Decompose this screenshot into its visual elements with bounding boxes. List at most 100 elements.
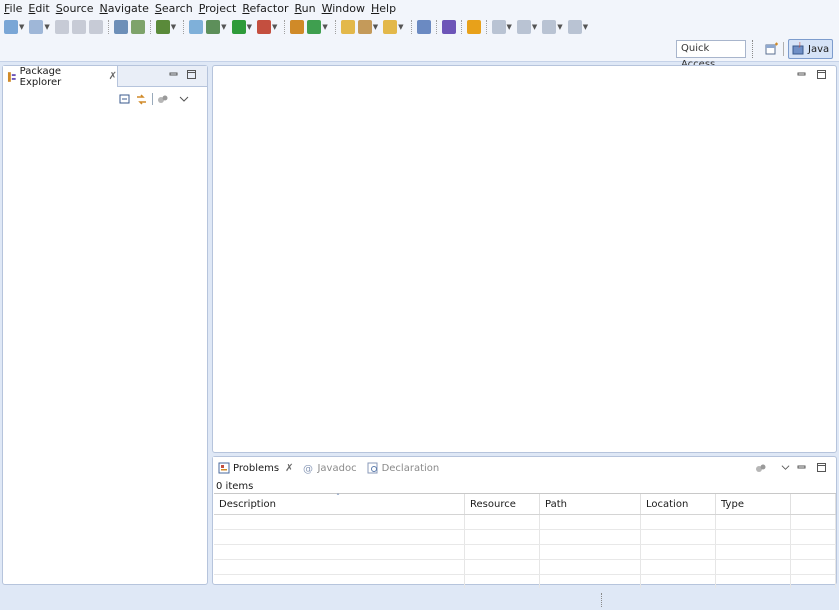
build-all-icon[interactable]: [130, 20, 145, 34]
forward-icon[interactable]: [567, 20, 582, 34]
back-icon[interactable]: [542, 20, 557, 34]
toggle-icon[interactable]: [441, 20, 456, 34]
maximize-icon[interactable]: [187, 70, 196, 79]
column-header-location[interactable]: Location: [641, 494, 716, 514]
table-row[interactable]: [214, 560, 836, 575]
new-java-class-icon[interactable]: [307, 20, 322, 34]
table-row[interactable]: [214, 515, 836, 530]
table-cell: [791, 530, 836, 544]
dropdown-arrow-icon[interactable]: ▼: [44, 23, 49, 31]
pencil-icon[interactable]: [357, 20, 372, 34]
link-icon[interactable]: [416, 20, 431, 34]
tab-declaration[interactable]: Declaration: [362, 457, 445, 479]
toolbar-grip-handle[interactable]: [752, 40, 755, 58]
column-header-description[interactable]: Description ˆ: [214, 493, 465, 514]
stop-icon[interactable]: [466, 20, 481, 34]
dropdown-arrow-icon[interactable]: ▼: [19, 23, 24, 31]
tab-javadoc[interactable]: @ Javadoc: [298, 457, 361, 479]
table-cell: [716, 530, 791, 544]
dropdown-arrow-icon[interactable]: ▼: [557, 23, 562, 31]
perspective-separator: [783, 42, 784, 56]
new-project-icon[interactable]: [29, 20, 44, 34]
menu-file[interactable]: File: [3, 0, 27, 17]
open-type-icon[interactable]: [189, 20, 204, 34]
table-cell: [791, 560, 836, 574]
focus-icon[interactable]: [157, 93, 169, 105]
dropdown-arrow-icon[interactable]: ▼: [398, 23, 403, 31]
menu-source[interactable]: Source: [55, 0, 99, 17]
status-bar-grip[interactable]: [601, 593, 603, 607]
table-row[interactable]: [214, 530, 836, 545]
menu-refactor[interactable]: Refactor: [241, 0, 293, 17]
print-icon[interactable]: [88, 20, 103, 34]
tab-problems[interactable]: Problems ✗: [213, 457, 299, 479]
menu-edit[interactable]: Edit: [27, 0, 54, 17]
dropdown-arrow-icon[interactable]: ▼: [532, 23, 537, 31]
next-annotation-icon[interactable]: [491, 20, 506, 34]
package-explorer-view: Package Explorer ✗: [2, 65, 208, 585]
open-file-icon[interactable]: [383, 20, 398, 34]
menu-project[interactable]: Project: [198, 0, 242, 17]
link-with-editor-icon[interactable]: [135, 93, 148, 106]
save-icon[interactable]: [54, 20, 69, 34]
maximize-icon[interactable]: [817, 463, 826, 472]
open-perspective-icon[interactable]: [765, 42, 779, 56]
dropdown-arrow-icon[interactable]: ▼: [272, 23, 277, 31]
dropdown-arrow-icon[interactable]: ▼: [171, 23, 176, 31]
coverage-icon[interactable]: [290, 20, 305, 34]
table-cell: [716, 560, 791, 574]
dropdown-arrow-icon[interactable]: ▼: [373, 23, 378, 31]
collapse-all-icon[interactable]: [119, 93, 131, 105]
problems-table: Description ˆ Resource Path Location Type: [214, 493, 836, 590]
table-cell: [641, 560, 716, 574]
debug-icon[interactable]: [206, 20, 221, 34]
menu-run[interactable]: Run: [294, 0, 321, 17]
editor-area[interactable]: [212, 65, 837, 453]
toolbar-separator: [183, 20, 185, 34]
menu-window[interactable]: Window: [321, 0, 370, 17]
table-cell: [214, 530, 465, 544]
tab-label: Problems: [233, 462, 280, 474]
run-icon[interactable]: [231, 20, 246, 34]
editor-maximize-icon[interactable]: [817, 70, 826, 79]
minimize-icon[interactable]: [169, 70, 178, 79]
external-tools-icon[interactable]: [256, 20, 271, 34]
column-header-resource[interactable]: Resource: [465, 494, 540, 514]
task-icon[interactable]: [155, 20, 170, 34]
build-icon[interactable]: [113, 20, 128, 34]
quick-access-input[interactable]: Quick Access: [676, 40, 746, 70]
table-cell: [214, 575, 465, 589]
view-menu-icon[interactable]: [179, 94, 189, 104]
quick-access-bar: Quick Access J Java: [0, 37, 839, 70]
dropdown-arrow-icon[interactable]: ▼: [247, 23, 252, 31]
dropdown-arrow-icon[interactable]: ▼: [583, 23, 588, 31]
column-header-type[interactable]: Type: [716, 494, 791, 514]
svg-text:@: @: [303, 464, 313, 474]
editor-minimize-icon[interactable]: [797, 70, 806, 79]
view-menu-icon[interactable]: [781, 463, 790, 472]
table-cell: [641, 545, 716, 559]
dropdown-arrow-icon[interactable]: ▼: [322, 23, 327, 31]
minimize-icon[interactable]: [797, 463, 806, 472]
column-header-path[interactable]: Path: [540, 494, 641, 514]
close-icon[interactable]: ✗: [109, 71, 117, 82]
java-perspective-button[interactable]: J Java: [788, 39, 833, 59]
menu-search[interactable]: Search: [154, 0, 198, 17]
menu-help[interactable]: Help: [370, 0, 401, 17]
table-cell: [214, 515, 465, 529]
open-folder-icon[interactable]: [340, 20, 355, 34]
table-cell: [791, 515, 836, 529]
save-all-icon[interactable]: [71, 20, 86, 34]
previous-annotation-icon[interactable]: [516, 20, 531, 34]
column-header-filler[interactable]: [791, 494, 836, 514]
dropdown-arrow-icon[interactable]: ▼: [507, 23, 512, 31]
focus-icon[interactable]: [755, 462, 767, 474]
menu-navigate[interactable]: Navigate: [99, 0, 154, 17]
table-cell: [540, 530, 641, 544]
table-row[interactable]: [214, 545, 836, 560]
tab-label: Declaration: [381, 462, 440, 474]
dropdown-arrow-icon[interactable]: ▼: [221, 23, 226, 31]
close-icon[interactable]: ✗: [285, 463, 293, 474]
new-wizard-icon[interactable]: [4, 20, 18, 34]
tab-package-explorer[interactable]: Package Explorer ✗: [3, 66, 118, 88]
